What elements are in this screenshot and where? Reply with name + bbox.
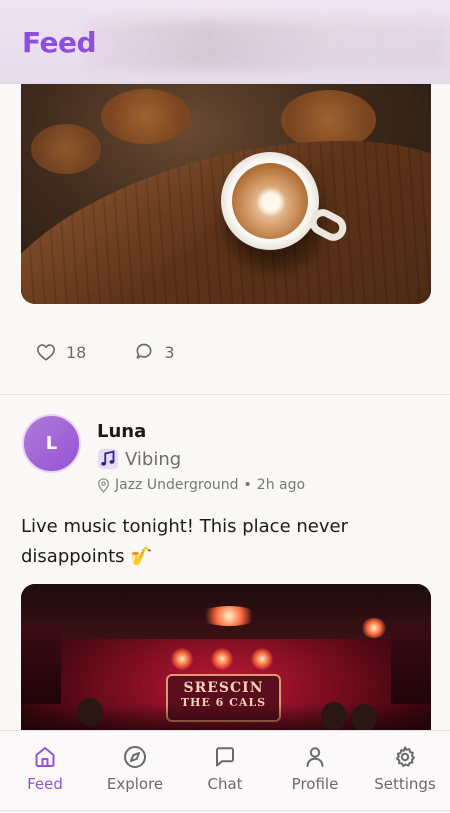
feed-scroll-area[interactable]: 18 3 L Luna Vibing Jazz Underground • 2h… — [0, 84, 450, 730]
compass-icon — [124, 746, 146, 768]
post-location[interactable]: Jazz Underground — [115, 477, 239, 493]
avatar[interactable]: L — [22, 414, 81, 473]
club-wall — [21, 624, 61, 704]
post-time: 2h ago — [256, 477, 306, 493]
music-note-icon — [97, 448, 119, 470]
stage-light — [251, 648, 273, 670]
nav-item-feed[interactable]: Feed — [0, 731, 90, 810]
post-author-name[interactable]: Luna — [97, 421, 146, 442]
bottom-navigation: Feed Explore Chat Profile Settings — [0, 730, 450, 811]
saxophone-emoji: 🎷 — [130, 546, 153, 567]
post-body: Live music tonight! This place never dis… — [21, 512, 421, 572]
latte-cup — [221, 152, 319, 250]
ceiling-lamp — [199, 606, 259, 626]
meta-separator: • — [243, 477, 252, 493]
nav-label-profile: Profile — [291, 775, 339, 793]
latte-coffee — [232, 163, 308, 239]
post-divider — [0, 394, 450, 395]
nav-item-chat[interactable]: Chat — [180, 731, 270, 810]
header-blur-backdrop — [86, 20, 450, 70]
like-button[interactable]: 18 — [36, 343, 86, 362]
patron-silhouette — [351, 704, 377, 730]
home-icon — [35, 747, 55, 767]
avatar-initial: L — [45, 433, 58, 454]
nav-label-settings: Settings — [374, 775, 436, 793]
like-count: 18 — [66, 342, 87, 362]
chat-icon — [216, 747, 234, 767]
comment-button[interactable]: 3 — [134, 342, 175, 362]
top-app-bar: Feed — [0, 0, 450, 84]
background-table — [31, 124, 101, 174]
nav-item-profile[interactable]: Profile — [270, 731, 360, 810]
comment-icon — [136, 343, 152, 359]
latte-art-heart — [256, 187, 286, 217]
post-text: Live music tonight! This place never dis… — [21, 516, 348, 567]
wall-lamp — [361, 618, 387, 638]
nav-label-feed: Feed — [27, 775, 63, 793]
post-image-latte[interactable] — [21, 84, 431, 304]
nav-item-explore[interactable]: Explore — [90, 731, 180, 810]
user-icon — [306, 747, 324, 767]
gear-icon — [396, 746, 415, 767]
nav-label-chat: Chat — [207, 775, 243, 793]
stage-light — [211, 648, 233, 670]
patron-silhouette — [77, 698, 103, 726]
stage-light — [171, 648, 193, 670]
post-meta: Jazz Underground • 2h ago — [97, 477, 305, 493]
comment-count: 3 — [164, 342, 175, 362]
nav-item-settings[interactable]: Settings — [360, 731, 450, 810]
club-wall — [391, 624, 431, 704]
post-image-jazz-club[interactable]: SRESCIN THE 6 CALS — [21, 584, 431, 730]
location-pin-icon — [98, 477, 109, 493]
patron-silhouette — [321, 702, 347, 730]
background-table — [101, 89, 191, 144]
sign-line-1: SRESCIN — [183, 680, 264, 696]
post-mood: Vibing — [97, 448, 181, 470]
page-title: Feed — [22, 26, 97, 59]
heart-icon — [36, 344, 55, 361]
mood-label: Vibing — [125, 448, 182, 470]
nav-label-explore: Explore — [106, 775, 164, 793]
post-actions: 18 3 — [36, 338, 223, 366]
